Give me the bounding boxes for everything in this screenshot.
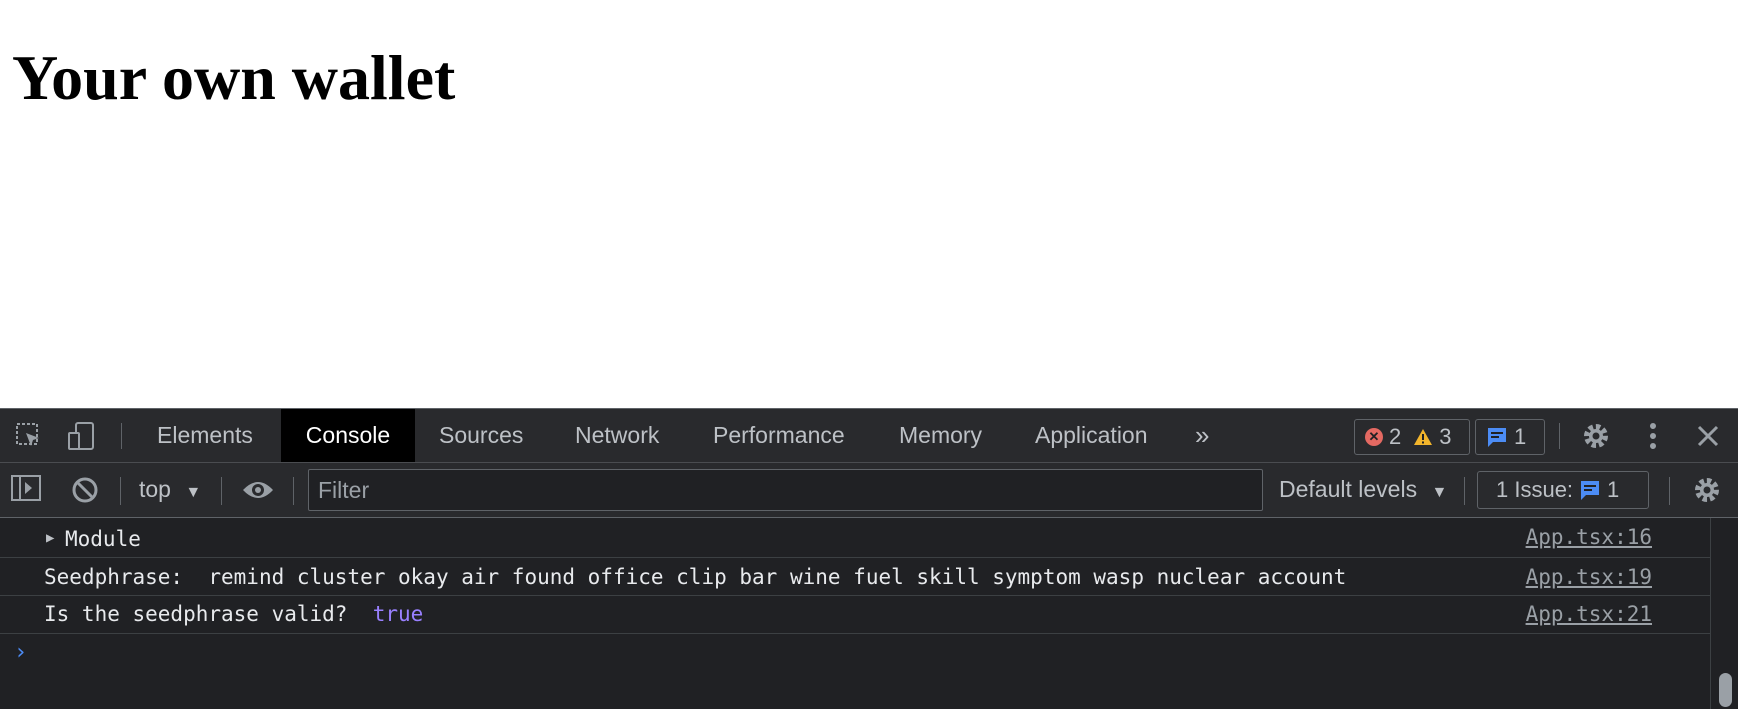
message-value: true xyxy=(372,602,424,626)
warning-count: 3 xyxy=(1439,424,1452,449)
inspect-element-icon[interactable] xyxy=(14,421,44,451)
scroll-thumb[interactable] xyxy=(1719,673,1732,707)
warning-icon xyxy=(1414,429,1433,445)
tab-application[interactable]: Application xyxy=(1013,409,1170,462)
settings-gear-icon[interactable] xyxy=(1581,421,1611,451)
message-label: Seedphrase: xyxy=(44,565,196,589)
console-settings-gear-icon[interactable] xyxy=(1692,475,1722,510)
source-link[interactable]: App.tsx:19 xyxy=(1526,565,1652,589)
issues-count: 1 xyxy=(1607,477,1620,502)
page-heading: Your own wallet xyxy=(12,42,456,113)
context-selector[interactable]: top ▼ xyxy=(139,476,201,503)
dropdown-arrow-icon: ▼ xyxy=(1431,484,1448,501)
message-text: Module xyxy=(65,527,141,551)
toolbar-divider xyxy=(221,477,222,505)
console-scrollbar[interactable] xyxy=(1710,518,1738,709)
live-expression-eye-icon[interactable] xyxy=(241,478,275,507)
tab-elements[interactable]: Elements xyxy=(135,409,275,462)
message-count: 1 xyxy=(1514,424,1527,449)
toolbar-divider xyxy=(293,477,294,505)
expand-triangle-icon[interactable]: ▶ xyxy=(46,530,54,546)
issues-message-icon xyxy=(1581,481,1600,500)
console-message[interactable]: ▶ Module App.tsx:16 xyxy=(0,518,1710,558)
console-message: Is the seedphrase valid? true App.tsx:21 xyxy=(0,596,1710,634)
page-viewport: Your own wallet xyxy=(0,0,1738,408)
toolbar-divider xyxy=(121,423,122,449)
tab-console[interactable]: Console xyxy=(281,409,415,462)
issues-button[interactable]: 1 Issue: 1 xyxy=(1477,471,1649,509)
source-link[interactable]: App.tsx:16 xyxy=(1526,525,1652,549)
toolbar-divider xyxy=(120,477,121,505)
dropdown-arrow-icon: ▼ xyxy=(185,484,202,501)
log-levels-dropdown[interactable]: Default levels ▼ xyxy=(1279,476,1447,503)
console-messages: ▶ Module App.tsx:16 Seedphrase: remind c… xyxy=(0,518,1710,709)
error-icon: ✕ xyxy=(1365,428,1383,446)
device-toolbar-icon[interactable] xyxy=(66,421,96,451)
console-toolbar: top ▼ Default levels ▼ 1 Issue: 1 xyxy=(0,463,1738,518)
toolbar-divider xyxy=(1464,477,1465,505)
source-link[interactable]: App.tsx:21 xyxy=(1526,602,1652,626)
message-value: remind cluster okay air found office cli… xyxy=(208,565,1347,589)
devtools-panel: Elements Console Sources Network Perform… xyxy=(0,408,1738,709)
context-label: top xyxy=(139,476,171,502)
clear-console-icon[interactable] xyxy=(71,476,99,509)
message-text: Is the seedphrase valid? true xyxy=(44,602,423,626)
close-icon[interactable] xyxy=(1693,421,1723,451)
filter-input[interactable] xyxy=(308,469,1263,511)
more-tabs-button[interactable]: » xyxy=(1183,409,1221,462)
message-label: Is the seedphrase valid? xyxy=(44,602,361,626)
more-options-icon[interactable] xyxy=(1638,421,1668,451)
message-icon xyxy=(1488,428,1506,447)
devtools-tab-bar: Elements Console Sources Network Perform… xyxy=(0,409,1738,463)
error-count: 2 xyxy=(1389,424,1402,449)
tab-sources[interactable]: Sources xyxy=(417,409,545,462)
sidebar-toggle-icon[interactable] xyxy=(11,475,41,506)
tab-performance[interactable]: Performance xyxy=(691,409,867,462)
tab-memory[interactable]: Memory xyxy=(877,409,1004,462)
message-text: Seedphrase: remind cluster okay air foun… xyxy=(44,565,1346,589)
issues-label: 1 Issue: xyxy=(1496,477,1574,502)
toolbar-divider xyxy=(1559,423,1560,449)
toolbar-divider xyxy=(1669,477,1670,505)
tab-network[interactable]: Network xyxy=(553,409,681,462)
console-message: Seedphrase: remind cluster okay air foun… xyxy=(0,558,1710,596)
console-prompt[interactable]: › xyxy=(14,640,27,665)
log-levels-label: Default levels xyxy=(1279,476,1418,502)
message-counter[interactable]: 1 xyxy=(1475,419,1545,455)
error-warning-counter[interactable]: ✕ 2 3 xyxy=(1354,419,1470,455)
